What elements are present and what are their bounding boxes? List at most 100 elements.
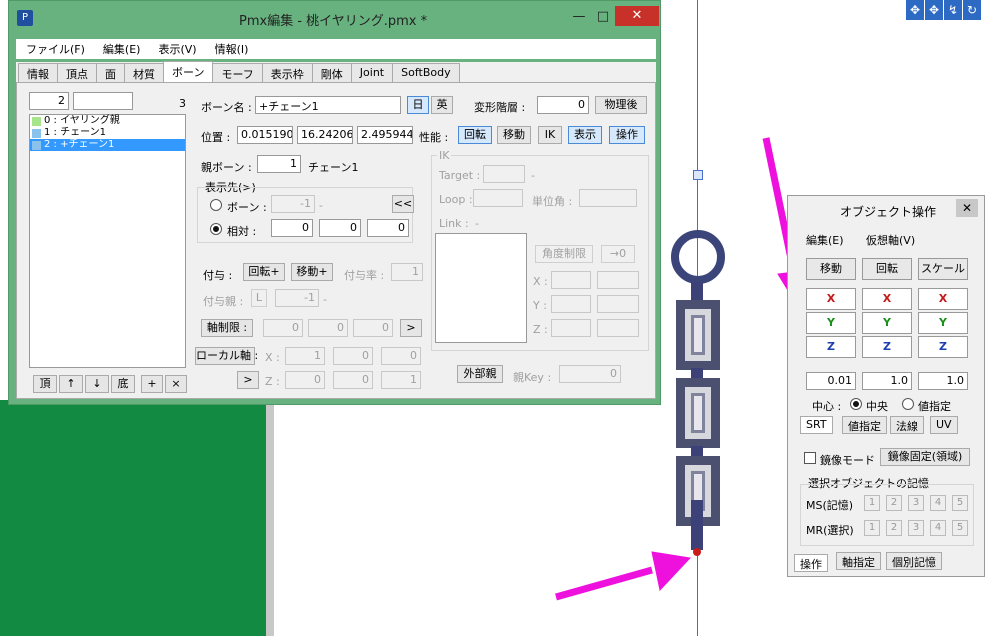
ik-y-max[interactable] — [597, 295, 639, 313]
parent-key-input[interactable]: 0 — [559, 365, 621, 383]
ms-slot-2[interactable]: 2 — [886, 495, 902, 511]
grant-move-button[interactable]: 移動+ — [291, 263, 333, 281]
list-item-selected[interactable]: 2 : +チェーン1 — [30, 139, 185, 151]
tab-info[interactable]: 情報 — [18, 63, 58, 82]
tab-operation[interactable]: 操作 — [794, 554, 828, 572]
center-value-radio[interactable] — [902, 398, 914, 410]
ik-y-min[interactable] — [551, 295, 591, 313]
move-step-input[interactable]: 0.01 — [806, 372, 856, 390]
mr-slot-3[interactable]: 3 — [908, 520, 924, 536]
local-x-3[interactable]: 0 — [381, 347, 421, 365]
move-bottom-button[interactable]: 底 — [111, 375, 135, 393]
delete-bone-button[interactable]: × — [165, 375, 187, 393]
lang-en-button[interactable]: 英 — [431, 96, 453, 114]
local-z-2[interactable]: 0 — [333, 371, 373, 389]
relative-z-input[interactable]: 0 — [367, 219, 409, 237]
perf-operate-button[interactable]: 操作 — [609, 126, 645, 144]
scale-x-button[interactable]: X — [918, 288, 968, 310]
perf-rotate-button[interactable]: 回転 — [458, 126, 492, 144]
ik-x-min[interactable] — [551, 271, 591, 289]
add-bone-button[interactable]: + — [141, 375, 163, 393]
move-down-button[interactable]: ↓ — [85, 375, 109, 393]
move-z-button[interactable]: Z — [806, 336, 856, 358]
list-item[interactable]: 1 : チェーン1 — [30, 127, 185, 139]
tab-vertex[interactable]: 頂点 — [57, 63, 97, 82]
ik-target-input[interactable] — [483, 165, 525, 183]
perf-display-button[interactable]: 表示 — [568, 126, 602, 144]
scale-y-button[interactable]: Y — [918, 312, 968, 334]
mr-slot-4[interactable]: 4 — [930, 520, 946, 536]
mr-slot-1[interactable]: 1 — [864, 520, 880, 536]
deform-layer-input[interactable]: 0 — [537, 96, 589, 114]
tab-morph[interactable]: モーフ — [212, 63, 263, 82]
ms-slot-1[interactable]: 1 — [864, 495, 880, 511]
lang-jp-button[interactable]: 日 — [407, 96, 429, 114]
ik-x-max[interactable] — [597, 271, 639, 289]
ms-slot-4[interactable]: 4 — [930, 495, 946, 511]
external-parent-button[interactable]: 外部親 — [457, 365, 503, 383]
mode-rotate-button[interactable]: 回転 — [862, 258, 912, 280]
menu-edit[interactable]: 編集(E) — [806, 232, 844, 248]
ik-angle-limit-button[interactable]: 角度制限 — [535, 245, 593, 263]
position-y-input[interactable]: 16.24206 — [297, 126, 353, 144]
display-relative-radio[interactable] — [210, 223, 222, 235]
bone-list[interactable]: 0 : イヤリング親 1 : チェーン1 2 : +チェーン1 — [29, 114, 186, 368]
subtab-srt[interactable]: SRT — [800, 416, 833, 434]
display-bone-radio[interactable] — [210, 199, 222, 211]
rotate-step-input[interactable]: 1.0 — [862, 372, 912, 390]
axis-limit-button[interactable]: 軸制限 : — [201, 319, 253, 337]
ik-z-max[interactable] — [597, 319, 639, 337]
tab-rigid-body[interactable]: 剛体 — [311, 63, 352, 82]
mirror-mode-checkbox[interactable] — [804, 452, 816, 464]
mr-slot-2[interactable]: 2 — [886, 520, 902, 536]
center-middle-radio[interactable] — [850, 398, 862, 410]
bone-search-input[interactable] — [73, 92, 133, 110]
tab-face[interactable]: 面 — [96, 63, 125, 82]
tab-axis-specify[interactable]: 軸指定 — [836, 552, 881, 570]
move-x-button[interactable]: X — [806, 288, 856, 310]
axis-limit-y[interactable]: 0 — [308, 319, 348, 337]
menu-file[interactable]: ファイル(F) — [26, 41, 85, 57]
ik-loop-input[interactable] — [473, 189, 523, 207]
local-x-2[interactable]: 0 — [333, 347, 373, 365]
ik-unit-angle-input[interactable] — [579, 189, 637, 207]
move-y-button[interactable]: Y — [806, 312, 856, 334]
ik-link-list[interactable] — [435, 233, 527, 343]
position-x-input[interactable]: 0.0151901 — [237, 126, 293, 144]
subtab-value[interactable]: 値指定 — [842, 416, 887, 434]
ik-z-min[interactable] — [551, 319, 591, 337]
rotate-x-button[interactable]: X — [862, 288, 912, 310]
display-bone-pick-button[interactable]: << — [392, 195, 414, 213]
position-z-input[interactable]: 2.495944E — [357, 126, 413, 144]
subtab-normal[interactable]: 法線 — [890, 416, 924, 434]
parent-bone-input[interactable]: 1 — [257, 155, 301, 173]
menu-view[interactable]: 表示(V) — [158, 41, 196, 57]
ms-slot-3[interactable]: 3 — [908, 495, 924, 511]
physics-after-button[interactable]: 物理後 — [595, 96, 647, 114]
tab-material[interactable]: 材質 — [124, 63, 164, 82]
scale-step-input[interactable]: 1.0 — [918, 372, 968, 390]
local-x-1[interactable]: 1 — [285, 347, 325, 365]
menu-virtual-axis[interactable]: 仮想軸(V) — [866, 232, 915, 248]
axis-limit-z[interactable]: 0 — [353, 319, 393, 337]
menu-edit[interactable]: 編集(E) — [103, 41, 141, 57]
display-bone-input[interactable]: -1 — [271, 195, 315, 213]
local-z-1[interactable]: 0 — [285, 371, 325, 389]
mirror-fixed-button[interactable]: 鏡像固定(領域) — [880, 448, 970, 466]
close-button[interactable]: ✕ — [615, 6, 659, 26]
local-z-3[interactable]: 1 — [381, 371, 421, 389]
scale-z-button[interactable]: Z — [918, 336, 968, 358]
bone-index-input[interactable]: 2 — [29, 92, 69, 110]
ms-slot-5[interactable]: 5 — [952, 495, 968, 511]
maximize-button[interactable]: □ — [589, 7, 617, 27]
list-item[interactable]: 0 : イヤリング親 — [30, 115, 185, 127]
ik-to-zero-button[interactable]: →0 — [601, 245, 635, 263]
rotate-z-button[interactable]: Z — [862, 336, 912, 358]
mode-scale-button[interactable]: スケール — [918, 258, 968, 280]
relative-y-input[interactable]: 0 — [319, 219, 361, 237]
move-top-button[interactable]: 頂 — [33, 375, 57, 393]
subtab-uv[interactable]: UV — [930, 416, 958, 434]
tab-display-frame[interactable]: 表示枠 — [261, 63, 313, 82]
grant-parent-button[interactable]: L — [251, 289, 267, 307]
local-axis-button[interactable]: ローカル軸 : — [195, 347, 258, 365]
